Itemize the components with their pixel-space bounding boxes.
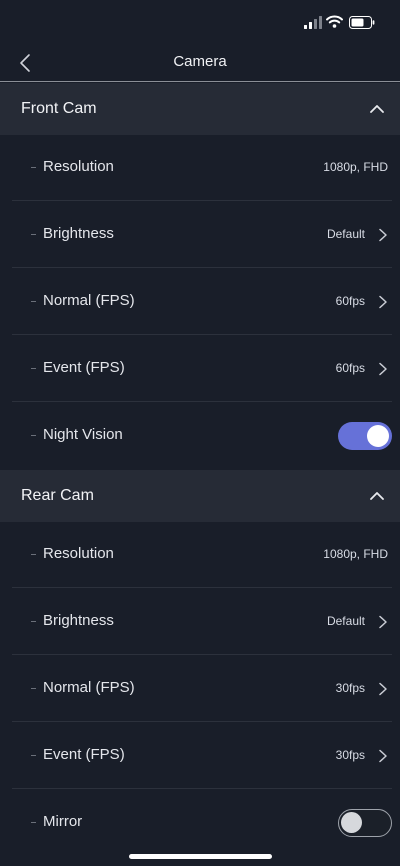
- front-brightness-row[interactable]: Brightness Default: [0, 201, 400, 268]
- rear-resolution-row[interactable]: Resolution 1080p, FHD: [0, 521, 400, 588]
- chevron-up-icon[interactable]: [369, 103, 385, 115]
- bullet-dash: [31, 621, 36, 622]
- status-bar: [0, 0, 400, 44]
- row-value: 30fps: [335, 748, 365, 762]
- row-label: Normal (FPS): [43, 292, 135, 309]
- row-label: Mirror: [43, 813, 83, 830]
- rear-normal-fps-row[interactable]: Normal (FPS) 30fps: [0, 655, 400, 722]
- row-label: Event (FPS): [43, 359, 125, 376]
- bullet-dash: [31, 688, 36, 689]
- chevron-right-icon[interactable]: [378, 295, 388, 309]
- front-resolution-row[interactable]: Resolution 1080p, FHD: [0, 134, 400, 201]
- battery-icon: [349, 16, 375, 29]
- bullet-dash: [31, 755, 36, 756]
- signal-icon: [304, 16, 322, 29]
- bullet-dash: [31, 822, 36, 823]
- row-label: Normal (FPS): [43, 679, 135, 696]
- toggle-knob: [367, 425, 389, 447]
- bullet-dash: [31, 554, 36, 555]
- bullet-dash: [31, 167, 36, 168]
- rear-event-fps-row[interactable]: Event (FPS) 30fps: [0, 722, 400, 789]
- row-label: Night Vision: [43, 426, 123, 443]
- section-title: Front Cam: [21, 100, 97, 117]
- front-event-fps-row[interactable]: Event (FPS) 60fps: [0, 335, 400, 402]
- chevron-right-icon[interactable]: [378, 362, 388, 376]
- front-normal-fps-row[interactable]: Normal (FPS) 60fps: [0, 268, 400, 335]
- row-label: Event (FPS): [43, 746, 125, 763]
- bullet-dash: [31, 234, 36, 235]
- toggle-knob: [341, 812, 362, 833]
- row-label: Brightness: [43, 225, 114, 242]
- row-value: 60fps: [335, 361, 365, 375]
- row-value: 1080p, FHD: [323, 547, 388, 561]
- bullet-dash: [31, 368, 36, 369]
- row-value: Default: [326, 227, 365, 241]
- navigation-bar: Camera: [0, 44, 400, 82]
- mirror-toggle[interactable]: [338, 809, 392, 837]
- front-cam-section-header[interactable]: Front Cam: [0, 83, 400, 135]
- row-value: 1080p, FHD: [323, 160, 388, 174]
- chevron-right-icon[interactable]: [378, 615, 388, 629]
- home-indicator-bar: [0, 838, 400, 866]
- home-indicator[interactable]: [129, 854, 272, 859]
- chevron-right-icon[interactable]: [378, 228, 388, 242]
- row-value: 30fps: [335, 681, 365, 695]
- chevron-right-icon[interactable]: [378, 749, 388, 763]
- front-night-vision-row: Night Vision: [0, 402, 400, 469]
- row-label: Brightness: [43, 612, 114, 629]
- bullet-dash: [31, 301, 36, 302]
- rear-cam-section-header[interactable]: Rear Cam: [0, 470, 400, 522]
- wifi-icon: [326, 15, 343, 28]
- night-vision-toggle[interactable]: [338, 422, 392, 450]
- rear-brightness-row[interactable]: Brightness Default: [0, 588, 400, 655]
- row-label: Resolution: [43, 158, 114, 175]
- section-title: Rear Cam: [21, 487, 94, 504]
- bullet-dash: [31, 435, 36, 436]
- nav-divider: [0, 81, 400, 82]
- row-value: Default: [326, 614, 365, 628]
- row-value: 60fps: [335, 294, 365, 308]
- row-label: Resolution: [43, 545, 114, 562]
- page-title: Camera: [173, 53, 227, 70]
- chevron-right-icon[interactable]: [378, 682, 388, 696]
- chevron-up-icon[interactable]: [369, 490, 385, 502]
